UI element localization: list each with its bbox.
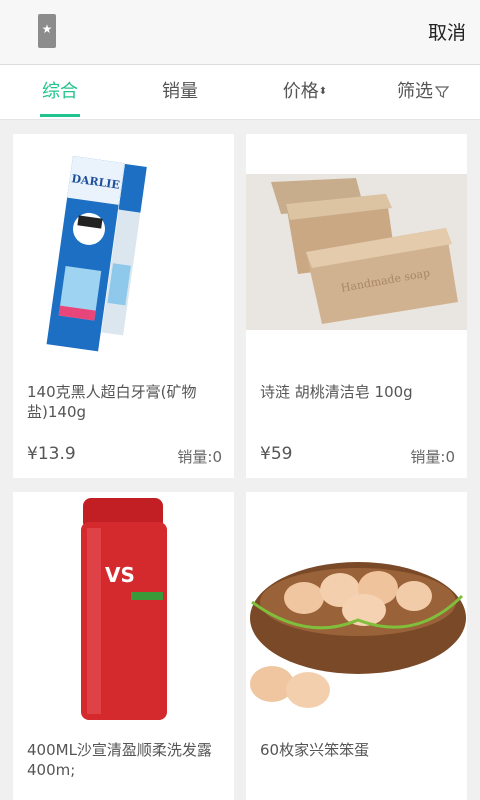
product-image: DARLIE [13, 134, 234, 370]
product-card[interactable]: VS 400ML沙宣清盈顺柔洗发露400m; [13, 492, 234, 800]
tab-label: 筛选 [397, 81, 433, 102]
product-price: ¥13.9 [27, 444, 76, 464]
product-title: 诗涟 胡桃清洁皂 100g [260, 383, 413, 401]
product-sales: 销量:0 [177, 448, 222, 466]
active-tab-indicator [40, 114, 80, 117]
tab-comprehensive[interactable]: 综合 [20, 65, 100, 120]
product-card[interactable]: Handmade soap 诗涟 胡桃清洁皂 100g ¥59 销量:0 [246, 134, 467, 478]
tab-label: 综合 [42, 81, 78, 102]
product-title: 140克黑人超白牙膏(矿物盐)140g [27, 383, 197, 421]
tab-label: 销量 [162, 81, 198, 102]
product-sales: 销量:0 [410, 448, 455, 466]
product-grid: DARLIE 140克黑人超白牙膏(矿物盐)140g ¥13.9 销量:0 Ha… [0, 120, 480, 800]
product-image [246, 492, 467, 728]
product-price: ¥59 [260, 444, 293, 464]
tab-filter[interactable]: 筛选 [388, 65, 458, 120]
cancel-button[interactable]: 取消 [428, 18, 466, 45]
product-title: 400ML沙宣清盈顺柔洗发露400m; [27, 741, 212, 779]
tab-label: 价格 [282, 81, 319, 102]
filter-icon [435, 86, 449, 98]
product-title: 60枚家兴笨笨蛋 [260, 741, 370, 759]
top-bar: ★ 取消 [0, 0, 480, 64]
sort-arrows-icon: ⬍ [318, 86, 328, 97]
brand-text: VS [105, 563, 135, 587]
sort-tabs: 综合 销量 价格⬍ 筛选 [0, 64, 480, 120]
product-image: Handmade soap [246, 134, 467, 370]
product-card[interactable]: 60枚家兴笨笨蛋 [246, 492, 467, 800]
product-image: VS [13, 492, 234, 728]
tab-price[interactable]: 价格⬍ [260, 65, 350, 120]
product-card[interactable]: DARLIE 140克黑人超白牙膏(矿物盐)140g ¥13.9 销量:0 [13, 134, 234, 478]
search-icon[interactable]: ★ [38, 14, 56, 48]
tab-sales[interactable]: 销量 [140, 65, 220, 120]
